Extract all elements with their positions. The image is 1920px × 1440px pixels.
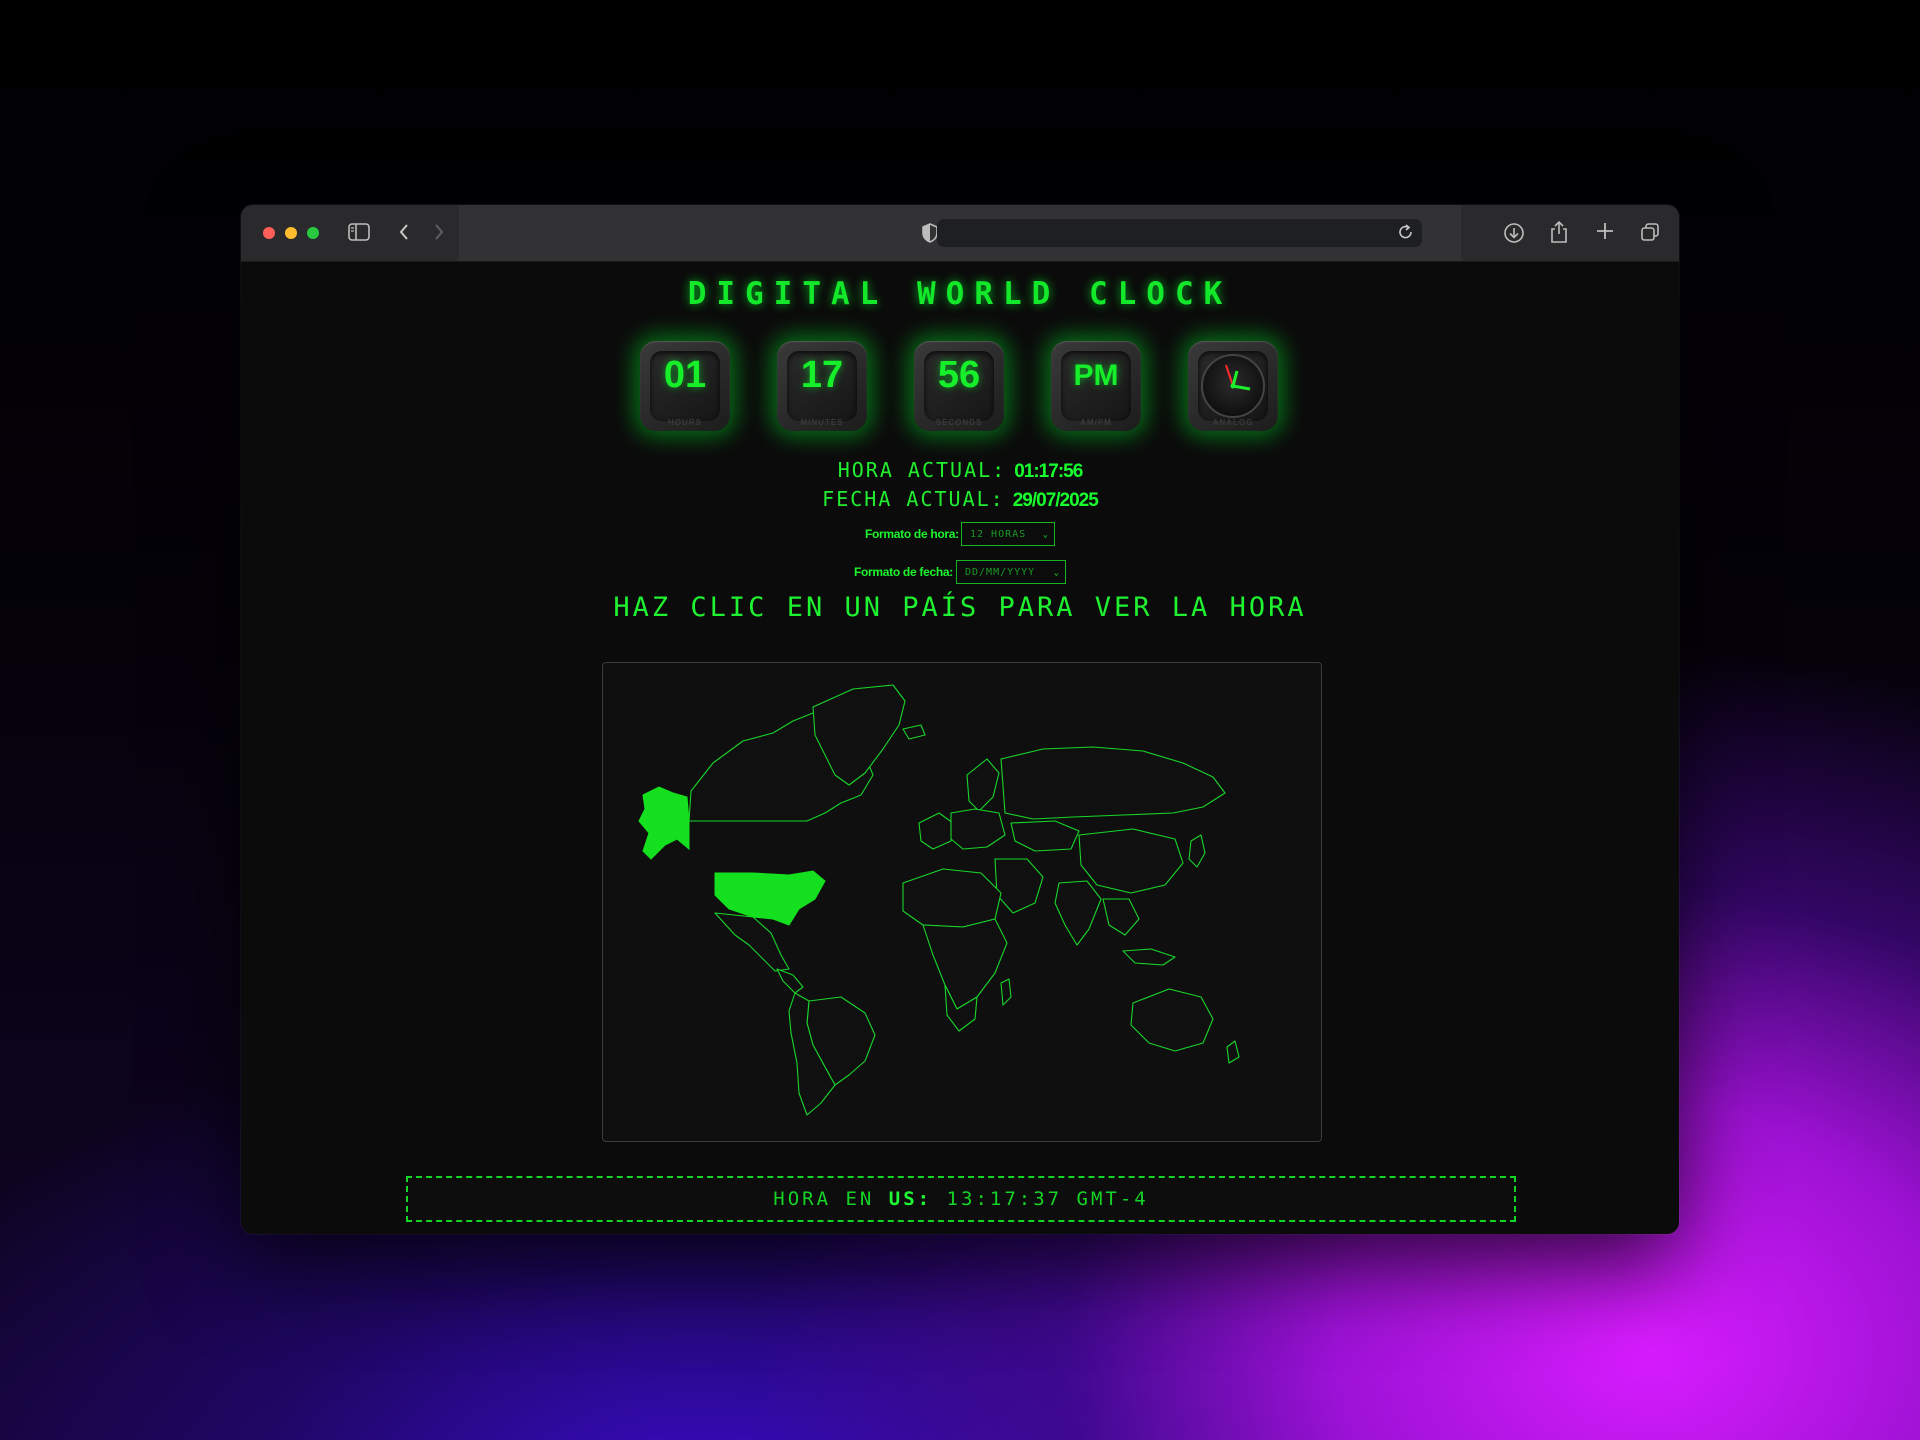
country-europe-east[interactable]: [950, 808, 1006, 850]
country-kazakhstan[interactable]: [1010, 820, 1080, 852]
time-format-select[interactable]: 12 HORAS ⌄: [961, 522, 1055, 546]
hours-tile: 01 HOURS: [640, 341, 730, 431]
world-map-svg: [638, 684, 1240, 1116]
downloads-icon[interactable]: [1503, 222, 1525, 247]
chevron-down-icon: ⌄: [1042, 530, 1049, 540]
seconds-value: 56: [937, 354, 981, 396]
date-format-value: DD/MM/YYYY: [965, 567, 1036, 578]
minutes-caption: MINUTES: [800, 418, 844, 427]
back-chevron-icon[interactable]: [395, 223, 413, 244]
minutes-value: 17: [800, 354, 844, 396]
country-africa-central[interactable]: [922, 918, 1008, 1010]
ampm-caption: AM/PM: [1080, 418, 1112, 427]
current-time-value: 01:17:56: [1014, 461, 1083, 482]
browser-toolbar: [241, 205, 1679, 262]
analog-caption: ANALOG: [1212, 418, 1254, 427]
country-new-zealand[interactable]: [1226, 1040, 1240, 1064]
world-map[interactable]: [602, 662, 1322, 1142]
reload-icon[interactable]: [1397, 223, 1415, 244]
country-southeast-asia[interactable]: [1102, 898, 1140, 936]
forward-chevron-icon[interactable]: [430, 223, 448, 244]
current-date-value: 29/07/2025: [1012, 490, 1099, 511]
country-australia[interactable]: [1130, 988, 1214, 1052]
result-time: 13:17:37 GMT-4: [946, 1188, 1149, 1210]
time-format-row: Formato de hora: 12 HORAS ⌄: [241, 522, 1679, 548]
country-indonesia[interactable]: [1122, 948, 1176, 966]
close-window-button[interactable]: [263, 227, 275, 239]
country-us-alaska[interactable]: [638, 786, 690, 860]
chevron-down-icon: ⌄: [1053, 568, 1060, 578]
date-format-label: Formato de fecha:: [854, 565, 953, 579]
hours-value: 01: [663, 354, 707, 396]
country-europe-west[interactable]: [918, 812, 954, 850]
date-format-row: Formato de fecha: DD/MM/YYYY ⌄: [241, 560, 1679, 586]
time-format-value: 12 HORAS: [970, 529, 1027, 540]
selected-country-time: HORA EN US: 13:17:37 GMT-4: [406, 1176, 1516, 1222]
country-japan[interactable]: [1188, 834, 1206, 868]
seconds-caption: SECONDS: [935, 418, 983, 427]
country-middle-east[interactable]: [994, 858, 1044, 914]
seconds-tile: 56 SECONDS: [914, 341, 1004, 431]
current-date-line: FECHA ACTUAL: 29/07/2025: [241, 487, 1679, 512]
minutes-tile: 17 MINUTES: [777, 341, 867, 431]
hours-caption: HOURS: [668, 418, 702, 427]
share-icon[interactable]: [1549, 220, 1569, 247]
map-heading: HAZ CLIC EN UN PAÍS PARA VER LA HORA: [613, 592, 1307, 623]
new-tab-plus-icon[interactable]: [1595, 222, 1615, 243]
time-format-label: Formato de hora:: [865, 527, 959, 541]
zoom-window-button[interactable]: [307, 227, 319, 239]
browser-window: DIGITAL WORLD CLOCK 01 HOURS 17 MINUTES …: [241, 205, 1679, 1234]
analog-clock-tile: ANALOG: [1188, 341, 1278, 431]
country-india[interactable]: [1054, 880, 1102, 946]
address-bar[interactable]: [937, 219, 1422, 247]
country-africa-north[interactable]: [902, 868, 1002, 928]
result-prefix: HORA EN: [773, 1188, 875, 1210]
ampm-value: PM: [1073, 359, 1119, 392]
country-iceland[interactable]: [902, 724, 926, 740]
country-scandinavia[interactable]: [966, 758, 1000, 812]
country-central-america[interactable]: [776, 968, 804, 994]
sidebar-toggle-icon[interactable]: [347, 223, 371, 244]
country-china[interactable]: [1078, 828, 1184, 894]
page-content: DIGITAL WORLD CLOCK 01 HOURS 17 MINUTES …: [241, 262, 1679, 1234]
minimize-window-button[interactable]: [285, 227, 297, 239]
country-mexico[interactable]: [714, 912, 790, 972]
page-title: DIGITAL WORLD CLOCK: [687, 276, 1233, 312]
ampm-tile: PM AM/PM: [1051, 341, 1141, 431]
country-madagascar[interactable]: [1000, 978, 1012, 1006]
result-country: US:: [888, 1188, 933, 1210]
date-format-select[interactable]: DD/MM/YYYY ⌄: [956, 560, 1066, 584]
country-russia[interactable]: [1000, 746, 1226, 820]
current-date-label: FECHA ACTUAL:: [822, 487, 1005, 511]
current-time-line: HORA ACTUAL: 01:17:56: [241, 458, 1679, 483]
current-time-label: HORA ACTUAL:: [837, 458, 1007, 482]
tab-overview-icon[interactable]: [1639, 222, 1661, 245]
